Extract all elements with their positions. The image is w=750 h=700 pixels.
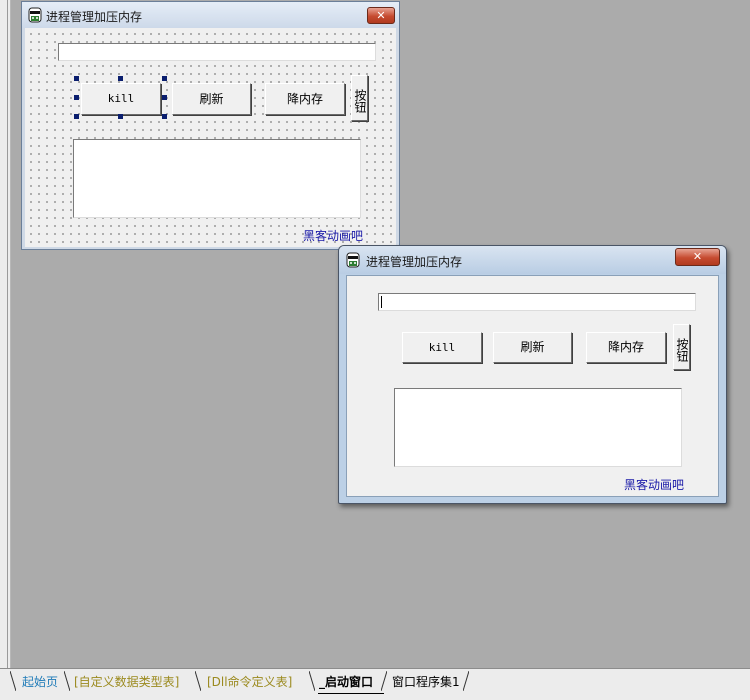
tab-label: _启动窗口: [319, 675, 374, 689]
design-form-close-button[interactable]: ✕: [367, 7, 395, 24]
design-kill-button[interactable]: kill: [81, 83, 161, 115]
selection-handle[interactable]: [74, 76, 79, 81]
tab-start-page[interactable]: 起始页: [22, 673, 58, 691]
runtime-kill-button[interactable]: kill: [402, 332, 482, 363]
tab-separator: [195, 671, 201, 691]
selection-handle[interactable]: [162, 95, 167, 100]
design-reduce-memory-button[interactable]: 降内存: [265, 83, 345, 115]
tab-label: [Dll命令定义表]: [207, 675, 293, 689]
tab-label: 起始页: [22, 675, 59, 689]
design-form-title: 进程管理加压内存: [46, 10, 143, 24]
design-link-label[interactable]: 黑客动画吧: [303, 227, 363, 244]
left-panel-divider: [7, 0, 8, 668]
generic-button-label: 按钮: [675, 338, 689, 362]
refresh-button-label: 刷新: [199, 92, 224, 106]
design-generic-button[interactable]: 按钮: [351, 75, 368, 121]
tab-label: 窗口程序集1: [392, 675, 460, 689]
tab-window-program-set[interactable]: 窗口程序集1: [392, 673, 460, 691]
refresh-button-label: 刷新: [520, 340, 545, 354]
selection-handle[interactable]: [74, 95, 79, 100]
kill-button-label: kill: [107, 92, 135, 105]
design-form[interactable]: 进程管理加压内存 ✕ kill 刷新 降内存 按钮 黑客动画吧: [21, 1, 400, 250]
runtime-window-close-button[interactable]: ✕: [675, 248, 720, 266]
tab-separator: [381, 671, 387, 691]
tab-separator: [463, 671, 469, 691]
selection-handle[interactable]: [118, 114, 123, 119]
source-tab-bar: 起始页 [自定义数据类型表] [Dll命令定义表] _启动窗口 窗口程序集1: [0, 668, 750, 700]
tab-label: [自定义数据类型表]: [74, 675, 180, 689]
runtime-link-label[interactable]: 黑客动画吧: [624, 476, 684, 493]
close-icon: ✕: [692, 250, 703, 263]
runtime-window-titlebar[interactable]: 进程管理加压内存 ✕: [339, 246, 726, 274]
tab-separator: [10, 671, 16, 691]
left-panel-strip: [0, 0, 11, 668]
app-icon: [346, 252, 360, 268]
design-form-canvas[interactable]: kill 刷新 降内存 按钮 黑客动画吧: [25, 28, 396, 247]
generic-button-label: 按钮: [353, 89, 367, 113]
selection-handle[interactable]: [118, 76, 123, 81]
active-tab-underline: [318, 693, 384, 694]
design-refresh-button[interactable]: 刷新: [172, 83, 251, 115]
app-icon: [28, 7, 42, 23]
selection-handle[interactable]: [162, 76, 167, 81]
kill-button-label: kill: [428, 341, 456, 354]
runtime-edit-box[interactable]: [378, 293, 696, 311]
selection-handle[interactable]: [74, 114, 79, 119]
reduce-memory-button-label: 降内存: [286, 92, 323, 106]
runtime-window-title: 进程管理加压内存: [366, 255, 463, 269]
selection-handle[interactable]: [162, 114, 167, 119]
tab-custom-data-types[interactable]: [自定义数据类型表]: [74, 673, 179, 691]
design-list-box[interactable]: [73, 139, 361, 218]
tab-separator: [309, 671, 315, 691]
runtime-window-client: kill 刷新 降内存 按钮 黑客动画吧: [346, 275, 719, 497]
tab-startup-window[interactable]: _启动窗口: [319, 673, 373, 691]
runtime-generic-button[interactable]: 按钮: [673, 324, 690, 370]
design-edit-box[interactable]: [58, 43, 376, 61]
tab-separator: [64, 671, 70, 691]
runtime-reduce-memory-button[interactable]: 降内存: [586, 332, 666, 363]
design-form-titlebar[interactable]: 进程管理加压内存 ✕: [22, 2, 399, 28]
close-icon: ✕: [376, 9, 386, 22]
tab-dll-commands[interactable]: [Dll命令定义表]: [207, 673, 292, 691]
text-caret: [381, 296, 382, 308]
runtime-window[interactable]: 进程管理加压内存 ✕ kill 刷新 降内存 按钮 黑客动画吧: [338, 245, 727, 504]
runtime-refresh-button[interactable]: 刷新: [493, 332, 572, 363]
reduce-memory-button-label: 降内存: [607, 340, 644, 354]
runtime-list-box[interactable]: [394, 388, 682, 467]
